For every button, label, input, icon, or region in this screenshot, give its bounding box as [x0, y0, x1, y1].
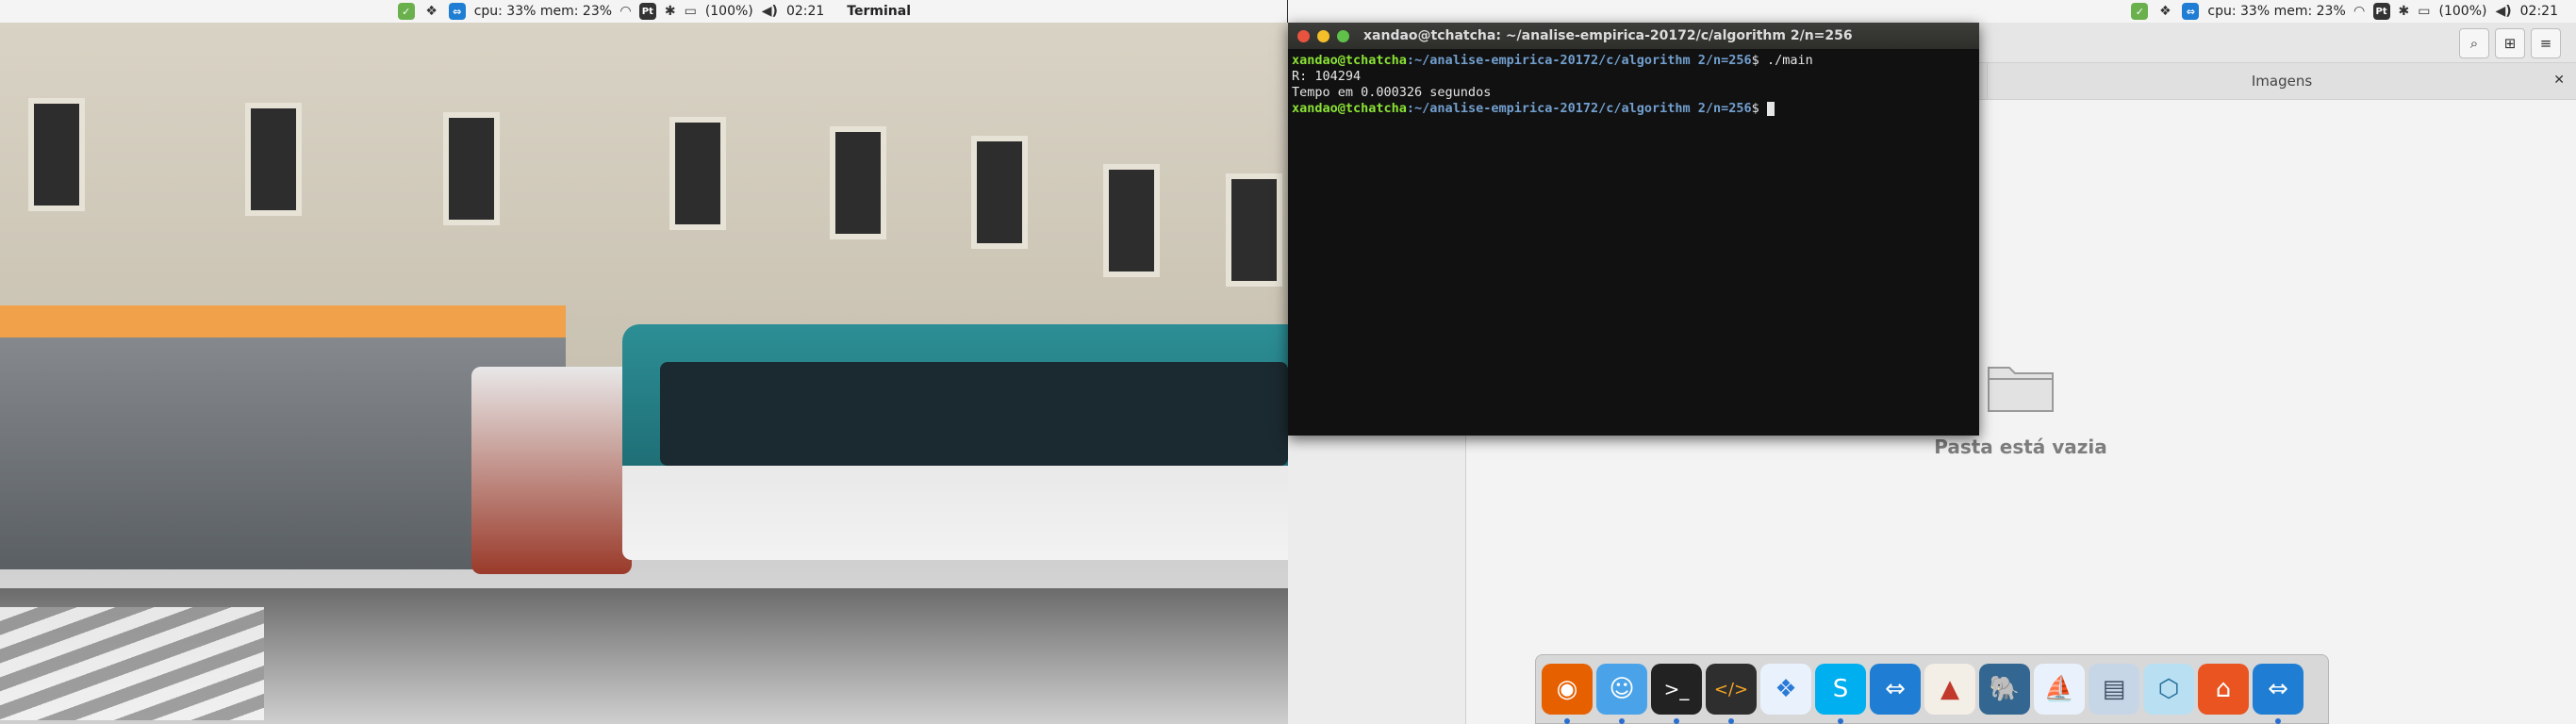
tab-images[interactable]: Imagens ✕: [1987, 63, 2576, 99]
terminal-window[interactable]: xandao@tchatcha: ~/analise-empirica-2017…: [1288, 23, 1979, 436]
finder-icon[interactable]: ☺: [1596, 664, 1647, 724]
wallpaper-bus-white: [471, 367, 632, 574]
wallpaper-window: [443, 112, 500, 225]
top-menu-bar-right: ✓ ❖ ⇔ cpu: 33% mem: 23% ◠ Pt ✱ ▭ (100%) …: [1288, 0, 2576, 24]
bluetooth-icon[interactable]: ✱: [2399, 3, 2410, 20]
close-window-button[interactable]: [1297, 29, 1310, 42]
wifi-icon[interactable]: ◠: [2354, 3, 2365, 20]
keyboard-layout-icon[interactable]: Pt: [638, 3, 656, 20]
teamviewer-icon[interactable]: ⇔: [1870, 664, 1921, 715]
dropbox-icon[interactable]: ❖: [1760, 664, 1811, 715]
volume-icon[interactable]: ◀): [762, 3, 778, 20]
terminal-output[interactable]: xandao@tchatcha:~/analise-empirica-20172…: [1288, 49, 1979, 121]
output-line: R: 104294: [1292, 69, 1362, 84]
prompt-symbol: $: [1751, 53, 1767, 68]
wallpaper-window: [971, 136, 1028, 249]
teamviewer-icon[interactable]: ⇔: [2253, 664, 2304, 724]
top-menu-bar-left: ✓ ❖ ⇔ cpu: 33% mem: 23% ◠ Pt ✱ ▭ (100%) …: [0, 0, 1287, 24]
prompt-path: :~/analise-empirica-20172/c/algorithm 2/…: [1406, 101, 1752, 116]
cpu-mem-indicator[interactable]: cpu: 33% mem: 23%: [2207, 4, 2345, 19]
clock[interactable]: 02:21: [2520, 4, 2558, 19]
matlab-icon[interactable]: ▲: [1924, 664, 1975, 715]
volume-icon[interactable]: ◀): [2495, 3, 2511, 20]
prompt-path: :~/analise-empirica-20172/c/algorithm 2/…: [1406, 53, 1752, 68]
desktop-wallpaper: [0, 23, 1288, 724]
wallpaper-store-band: [0, 305, 566, 337]
firefox-icon[interactable]: ◉: [1542, 664, 1593, 724]
close-tab-icon[interactable]: ✕: [2553, 73, 2565, 88]
battery-percent: (100%): [2438, 4, 2487, 19]
ubuntu-software-icon[interactable]: ⌂: [2198, 664, 2249, 715]
cpu-mem-indicator[interactable]: cpu: 33% mem: 23%: [474, 4, 612, 19]
minimize-window-button[interactable]: [1317, 29, 1329, 42]
bluetooth-icon[interactable]: ✱: [665, 3, 676, 20]
active-app-name[interactable]: Terminal: [847, 4, 911, 19]
wallpaper-window: [1226, 173, 1282, 287]
wallpaper-crosswalk: [0, 607, 264, 720]
dropbox-tray-icon[interactable]: ❖: [2156, 3, 2173, 20]
database-tool-icon[interactable]: ▤: [2089, 664, 2139, 715]
prompt-user: xandao@tchatcha: [1292, 101, 1407, 116]
prompt-user: xandao@tchatcha: [1292, 53, 1407, 68]
wallpaper-window: [28, 98, 85, 211]
wallpaper-bus-windows: [660, 362, 1288, 466]
terminal-icon[interactable]: >_: [1651, 664, 1702, 724]
dock: ◉ ☺ >_ </> ❖ S ⇔ ▲ 🐘 ⛵ ▤ ⬡ ⌂ ⇔: [1535, 654, 2329, 724]
wifi-icon[interactable]: ◠: [620, 3, 631, 20]
tab-images-label: Imagens: [2251, 73, 2313, 90]
search-icon[interactable]: ⌕: [2459, 28, 2489, 58]
empty-folder-message: Pasta está vazia: [1934, 436, 2107, 458]
wallpaper-window: [1103, 164, 1160, 277]
empty-folder-icon: [1988, 367, 2054, 412]
menu-icon[interactable]: ≡: [2531, 28, 2561, 58]
command-text: ./main: [1766, 53, 1813, 68]
battery-percent: (100%): [704, 4, 753, 19]
update-icon[interactable]: ✓: [397, 3, 415, 20]
maximize-window-button[interactable]: [1337, 29, 1349, 42]
teamviewer-tray-icon[interactable]: ⇔: [2182, 3, 2200, 20]
clock[interactable]: 02:21: [786, 4, 824, 19]
teamviewer-tray-icon[interactable]: ⇔: [448, 3, 466, 20]
prompt-symbol: $: [1751, 101, 1767, 116]
terminal-titlebar[interactable]: xandao@tchatcha: ~/analise-empirica-2017…: [1288, 23, 1979, 49]
postgresql-icon[interactable]: 🐘: [1979, 664, 2030, 715]
text-cursor: [1766, 101, 1775, 116]
wallpaper-window: [830, 126, 886, 239]
mysql-workbench-icon[interactable]: ⛵: [2034, 664, 2085, 715]
keyboard-layout-icon[interactable]: Pt: [2372, 3, 2390, 20]
terminal-title: xandao@tchatcha: ~/analise-empirica-2017…: [1363, 28, 1853, 43]
output-line: Tempo em 0.000326 segundos: [1292, 85, 1492, 100]
code-editor-icon[interactable]: </>: [1706, 664, 1757, 724]
dropbox-tray-icon[interactable]: ❖: [423, 3, 440, 20]
wallpaper-window: [669, 117, 726, 230]
wallpaper-window: [245, 103, 302, 216]
battery-icon[interactable]: ▭: [685, 3, 697, 20]
virtualbox-icon[interactable]: ⬡: [2143, 664, 2194, 715]
battery-icon[interactable]: ▭: [2418, 3, 2430, 20]
skype-icon[interactable]: S: [1815, 664, 1866, 724]
update-icon[interactable]: ✓: [2131, 3, 2149, 20]
grid-view-icon[interactable]: ⊞: [2495, 28, 2525, 58]
